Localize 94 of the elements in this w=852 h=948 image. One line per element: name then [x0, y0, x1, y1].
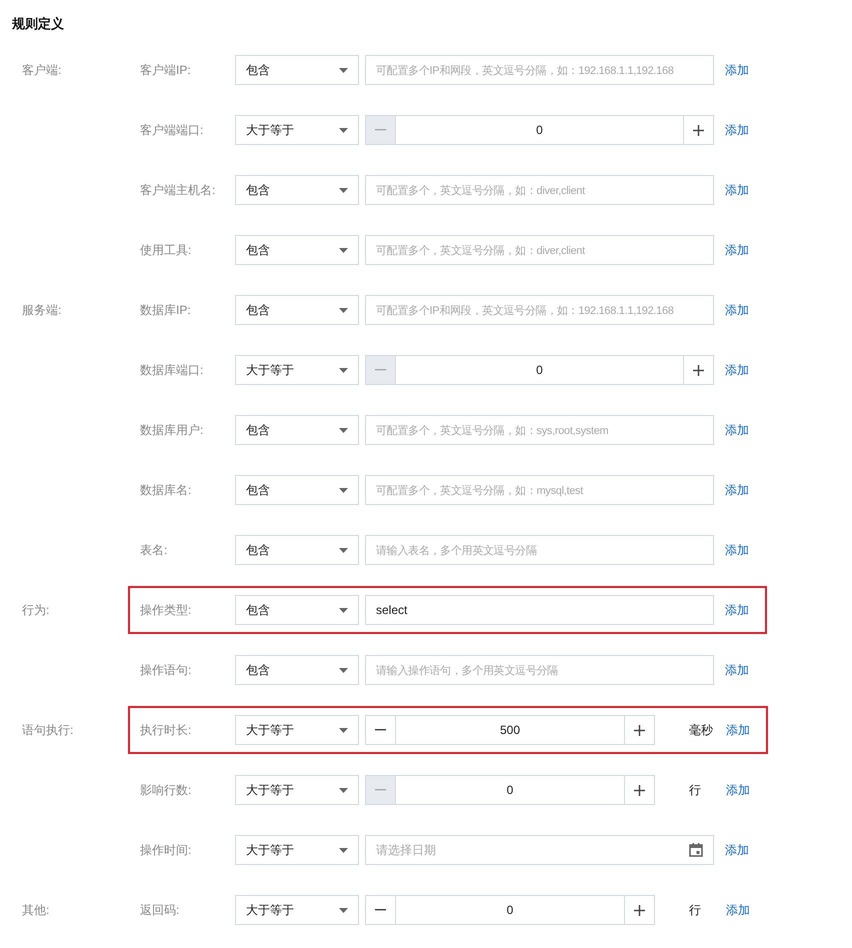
add-link[interactable]: 添加 [725, 542, 749, 558]
number-stepper[interactable]: 0 [365, 895, 655, 925]
field-label: 客户端IP: [140, 62, 192, 78]
add-link[interactable]: 添加 [726, 782, 750, 798]
operator-select[interactable]: 大于等于 [235, 835, 359, 865]
add-link[interactable]: 添加 [725, 242, 749, 258]
caret-icon [339, 308, 348, 312]
field-label: 数据库名: [140, 482, 192, 498]
text-field[interactable]: 可配置多个IP和网段，英文逗号分隔，如：192.168.1.1,192.168 [365, 295, 714, 325]
minus-icon [375, 729, 386, 731]
text-field[interactable]: 可配置多个，英文逗号分隔，如：mysql,test [365, 475, 714, 505]
field-label: 数据库IP: [140, 302, 192, 318]
caret-icon [339, 548, 348, 552]
text-field[interactable]: select [365, 595, 714, 625]
plus-icon [634, 784, 645, 796]
operator-select[interactable]: 包含 [235, 415, 359, 445]
unit-label: 行 [688, 902, 702, 918]
field-label: 客户端主机名: [140, 182, 216, 198]
section-title: 规则定义 [12, 15, 65, 33]
operator-select[interactable]: 包含 [235, 295, 359, 325]
caret-icon [339, 128, 348, 132]
add-link[interactable]: 添加 [725, 842, 749, 858]
operator-select[interactable]: 包含 [235, 175, 359, 205]
operator-select[interactable]: 大于等于 [235, 115, 359, 145]
caret-icon [339, 608, 348, 612]
text-field[interactable]: 请输入操作语句，多个用英文逗号分隔 [365, 655, 714, 685]
operator-select[interactable]: 包含 [235, 535, 359, 565]
add-link[interactable]: 添加 [725, 482, 749, 498]
plus-icon [634, 904, 645, 916]
field-label: 使用工具: [140, 242, 192, 258]
add-link[interactable]: 添加 [725, 422, 749, 438]
calendar-icon [689, 843, 703, 857]
group-label: 其他: [22, 902, 50, 918]
caret-icon [339, 368, 348, 372]
field-label: 客户端端口: [140, 122, 204, 138]
add-link[interactable]: 添加 [725, 62, 749, 78]
caret-icon [339, 68, 348, 72]
operator-select[interactable]: 包含 [235, 655, 359, 685]
unit-label: 毫秒 [688, 722, 714, 738]
add-link[interactable]: 添加 [725, 302, 749, 318]
add-link[interactable]: 添加 [726, 902, 750, 918]
field-label: 操作时间: [140, 842, 192, 858]
caret-icon [339, 908, 348, 912]
number-stepper[interactable]: 0 [365, 775, 655, 805]
field-label: 执行时长: [140, 722, 192, 738]
plus-icon [693, 124, 704, 136]
number-stepper[interactable]: 500 [365, 715, 655, 745]
minus-icon [375, 909, 386, 911]
minus-icon [375, 789, 386, 791]
text-field[interactable]: 可配置多个，英文逗号分隔，如：diver,client [365, 175, 714, 205]
operator-select[interactable]: 大于等于 [235, 775, 359, 805]
caret-icon [339, 488, 348, 492]
number-stepper[interactable]: 0 [365, 115, 714, 145]
field-label: 数据库用户: [140, 422, 204, 438]
operator-select[interactable]: 大于等于 [235, 355, 359, 385]
field-label: 返回码: [140, 902, 180, 918]
add-link[interactable]: 添加 [726, 722, 750, 738]
add-link[interactable]: 添加 [725, 122, 749, 138]
add-link[interactable]: 添加 [725, 662, 749, 678]
field-label: 操作语句: [140, 662, 192, 678]
add-link[interactable]: 添加 [725, 602, 749, 618]
add-link[interactable]: 添加 [725, 182, 749, 198]
minus-icon [375, 369, 386, 371]
caret-icon [339, 788, 348, 792]
text-field[interactable]: 可配置多个，英文逗号分隔，如：diver,client [365, 235, 714, 265]
text-field[interactable]: 请输入表名，多个用英文逗号分隔 [365, 535, 714, 565]
minus-icon [375, 129, 386, 131]
operator-select[interactable]: 包含 [235, 595, 359, 625]
group-label: 语句执行: [22, 722, 74, 738]
caret-icon [339, 668, 348, 672]
group-label: 客户端: [22, 62, 62, 78]
group-label: 行为: [22, 602, 50, 618]
field-label: 表名: [140, 542, 168, 558]
plus-icon [634, 724, 645, 736]
operator-select[interactable]: 包含 [235, 475, 359, 505]
operator-select[interactable]: 包含 [235, 55, 359, 85]
group-label: 服务端: [22, 302, 62, 318]
text-field[interactable]: 可配置多个IP和网段，英文逗号分隔，如：192.168.1.1,192.168 [365, 55, 714, 85]
text-field[interactable]: 可配置多个，英文逗号分隔，如：sys,root,system [365, 415, 714, 445]
operator-select[interactable]: 包含 [235, 235, 359, 265]
caret-icon [339, 848, 348, 852]
caret-icon [339, 728, 348, 732]
field-label: 影响行数: [140, 782, 192, 798]
field-label: 数据库端口: [140, 362, 204, 378]
number-stepper[interactable]: 0 [365, 355, 714, 385]
caret-icon [339, 428, 348, 432]
add-link[interactable]: 添加 [725, 362, 749, 378]
operator-select[interactable]: 大于等于 [235, 715, 359, 745]
unit-label: 行 [688, 782, 702, 798]
operator-select[interactable]: 大于等于 [235, 895, 359, 925]
caret-icon [339, 248, 348, 252]
field-label: 操作类型: [140, 602, 192, 618]
plus-icon [693, 364, 704, 376]
caret-icon [339, 188, 348, 192]
